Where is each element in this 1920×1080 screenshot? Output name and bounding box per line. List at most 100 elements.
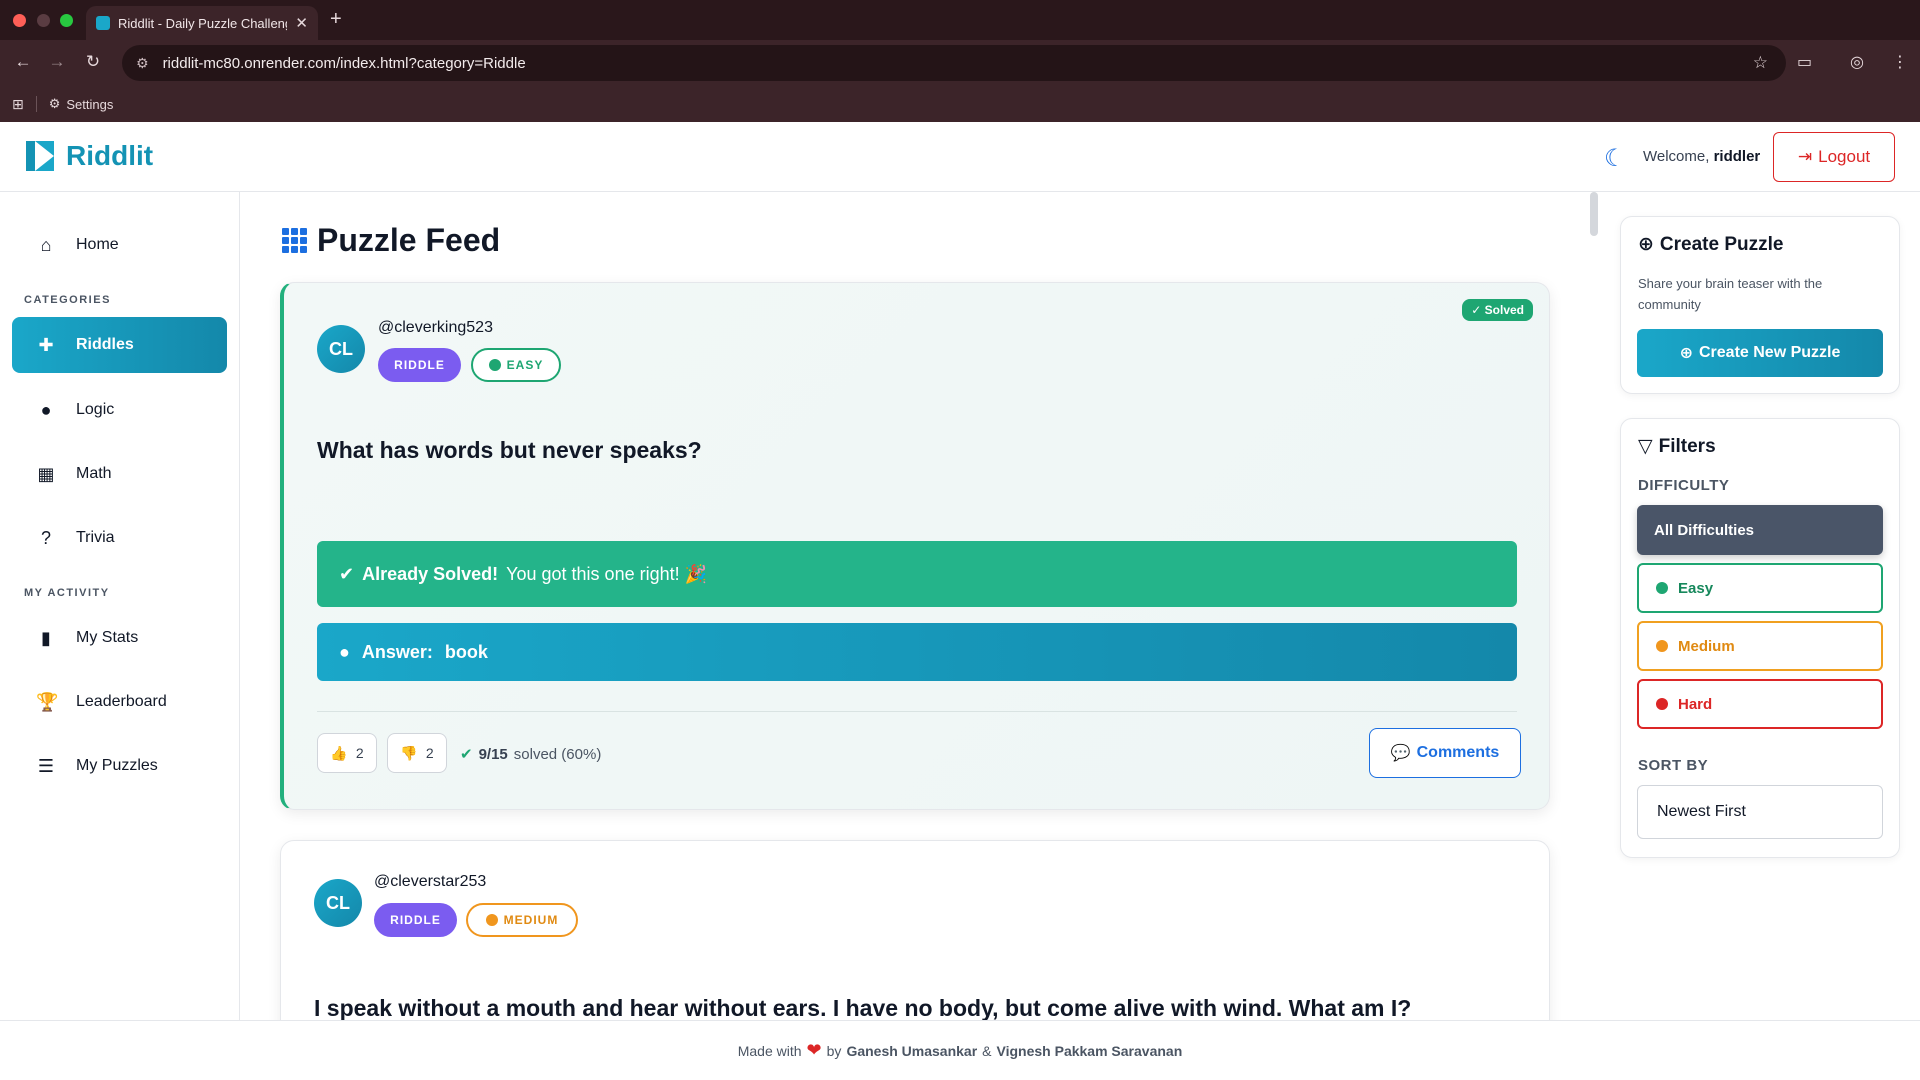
feed-scrollbar[interactable] — [1590, 192, 1598, 236]
app-header: Riddlit ☾ Welcome, riddler ⇥ Logout — [0, 122, 1920, 192]
easy-dot-icon — [1656, 582, 1668, 594]
like-button[interactable]: 👍 2 — [317, 733, 377, 773]
already-solved-title: Already Solved! — [362, 563, 499, 584]
riddlit-favicon-icon — [96, 16, 110, 30]
categories-heading: CATEGORIES — [24, 294, 111, 306]
solved-stat: ✔ 9/15 solved (60%) — [460, 745, 602, 764]
filter-all-difficulties-button[interactable]: All Difficulties — [1637, 505, 1883, 555]
puzzle-author[interactable]: @cleverstar253 — [374, 873, 486, 891]
gear-icon: ⚙ — [48, 96, 61, 111]
bookmark-settings[interactable]: ⚙ Settings — [49, 96, 114, 112]
avatar: CL — [317, 325, 365, 373]
create-puzzle-title: ⊕ Create Puzzle — [1638, 233, 1783, 256]
lightbulb-icon: ● — [40, 399, 52, 420]
tab-search-icon[interactable]: ▭ — [1797, 52, 1812, 72]
sidebar-item-logic[interactable]: ● Logic — [12, 382, 227, 438]
already-solved-text: You got this one right! 🎉 — [506, 563, 708, 584]
comments-button[interactable]: 💬 Comments — [1369, 728, 1521, 778]
create-puzzle-title-text: Create Puzzle — [1659, 233, 1784, 255]
category-badge: RIDDLE — [378, 348, 461, 382]
profile-icon[interactable]: ◎ — [1850, 52, 1864, 72]
filters-title-text: Filters — [1658, 435, 1716, 457]
url-text: riddlit-mc80.onrender.com/index.html?cat… — [162, 54, 526, 72]
close-tab-icon[interactable]: ✕ — [295, 14, 308, 32]
filter-option-label: Hard — [1678, 695, 1713, 713]
bar-chart-icon: ▮ — [41, 627, 51, 648]
create-new-puzzle-label: Create New Puzzle — [1699, 344, 1841, 361]
page-title: Puzzle Feed — [282, 222, 500, 259]
sort-by-label: SORT BY — [1638, 757, 1709, 774]
address-bar[interactable]: ⚙ riddlit-mc80.onrender.com/index.html?c… — [122, 45, 1786, 81]
maximize-window-button[interactable] — [60, 14, 73, 27]
footer-author-1: Ganesh Umasankar — [846, 1042, 978, 1059]
browser-menu-icon[interactable]: ⋮ — [1892, 52, 1908, 72]
reload-icon[interactable]: ↻ — [82, 52, 104, 72]
sidebar-item-label: Math — [76, 465, 112, 482]
footer-by: by — [826, 1042, 842, 1059]
category-badge: RIDDLE — [374, 903, 457, 937]
difficulty-badge: EASY — [471, 348, 561, 382]
bookmark-star-icon[interactable]: ☆ — [1753, 53, 1768, 73]
sidebar-item-math[interactable]: ▦ Math — [12, 446, 227, 502]
browser-tab[interactable]: Riddlit - Daily Puzzle Challenge ✕ — [86, 6, 318, 40]
home-icon: ⌂ — [40, 234, 52, 255]
sidebar-item-home[interactable]: ⌂ Home — [12, 217, 227, 273]
dark-mode-toggle-icon[interactable]: ☾ — [1604, 144, 1626, 173]
filter-hard-button[interactable]: Hard — [1637, 679, 1883, 729]
tab-title: Riddlit - Daily Puzzle Challenge — [118, 15, 288, 31]
new-tab-icon[interactable]: + — [330, 8, 342, 31]
page-title-text: Puzzle Feed — [317, 222, 501, 258]
sidebar-item-my-stats[interactable]: ▮ My Stats — [12, 610, 227, 666]
check-circle-icon: ✔ — [460, 746, 473, 763]
footer: Made with ❤ by Ganesh Umasankar & Vignes… — [0, 1020, 1920, 1080]
apps-grid-icon[interactable]: ⊞ — [12, 96, 24, 113]
back-arrow-icon[interactable]: ← — [12, 52, 34, 72]
brand-logo-link[interactable]: Riddlit — [26, 140, 153, 172]
sidebar: ⌂ Home CATEGORIES ✚ Riddles ● Logic ▦ Ma… — [0, 192, 240, 1020]
sort-select[interactable]: Newest First — [1637, 785, 1883, 839]
plus-circle-icon: ⊕ — [1638, 234, 1654, 255]
site-info-icon[interactable]: ⚙ — [136, 55, 149, 72]
difficulty-label: EASY — [506, 358, 544, 372]
solved-badge: ✓ Solved — [1462, 299, 1533, 321]
sidebar-item-label: Trivia — [76, 529, 115, 546]
welcome-prefix: Welcome, — [1643, 148, 1710, 165]
sidebar-item-leaderboard[interactable]: 🏆 Leaderboard — [12, 674, 227, 730]
browser-toolbar: ← → ↻ ⚙ riddlit-mc80.onrender.com/index.… — [0, 40, 1920, 86]
filter-option-label: All Difficulties — [1654, 521, 1755, 539]
tab-bar: Riddlit - Daily Puzzle Challenge ✕ + — [0, 0, 1920, 40]
filters-title: ▽ Filters — [1638, 435, 1716, 458]
filter-funnel-icon: ▽ — [1638, 436, 1653, 457]
medium-dot-icon — [485, 914, 498, 926]
forward-arrow-icon[interactable]: → — [46, 52, 68, 72]
browser-chrome: Riddlit - Daily Puzzle Challenge ✕ + ← →… — [0, 0, 1920, 122]
solved-suffix: solved (60%) — [513, 745, 602, 763]
difficulty-label: DIFFICULTY — [1638, 477, 1730, 494]
answer-value: book — [444, 641, 488, 662]
already-solved-banner: ✔ Already Solved! You got this one right… — [317, 541, 1517, 607]
easy-dot-icon — [488, 359, 501, 371]
sidebar-item-riddles[interactable]: ✚ Riddles — [12, 317, 227, 373]
create-new-puzzle-button[interactable]: ⊕ Create New Puzzle — [1637, 329, 1883, 377]
filter-easy-button[interactable]: Easy — [1637, 563, 1883, 613]
sidebar-item-label: Logic — [76, 401, 115, 418]
difficulty-badge: MEDIUM — [466, 903, 578, 937]
sidebar-item-my-puzzles[interactable]: ☰ My Puzzles — [12, 738, 227, 794]
sidebar-item-label: Leaderboard — [76, 693, 167, 710]
filter-medium-button[interactable]: Medium — [1637, 621, 1883, 671]
comment-bubble-icon: 💬 — [1390, 745, 1411, 762]
dislike-button[interactable]: 👎 2 — [387, 733, 447, 773]
logout-button[interactable]: ⇥ Logout — [1773, 132, 1895, 182]
close-window-button[interactable] — [13, 14, 26, 27]
sidebar-item-trivia[interactable]: ? Trivia — [12, 510, 227, 566]
puzzle-author[interactable]: @cleverking523 — [378, 319, 493, 337]
grid-icon — [282, 228, 307, 253]
logout-icon: ⇥ — [1797, 147, 1813, 166]
like-count: 2 — [355, 745, 364, 761]
avatar: CL — [314, 879, 362, 927]
riddlit-logo-icon — [26, 141, 54, 171]
thumbs-up-icon: 👍 — [330, 744, 348, 761]
check-circle-icon: ✔ — [339, 563, 355, 584]
trophy-icon: 🏆 — [36, 691, 59, 712]
minimize-window-button[interactable] — [37, 14, 50, 27]
